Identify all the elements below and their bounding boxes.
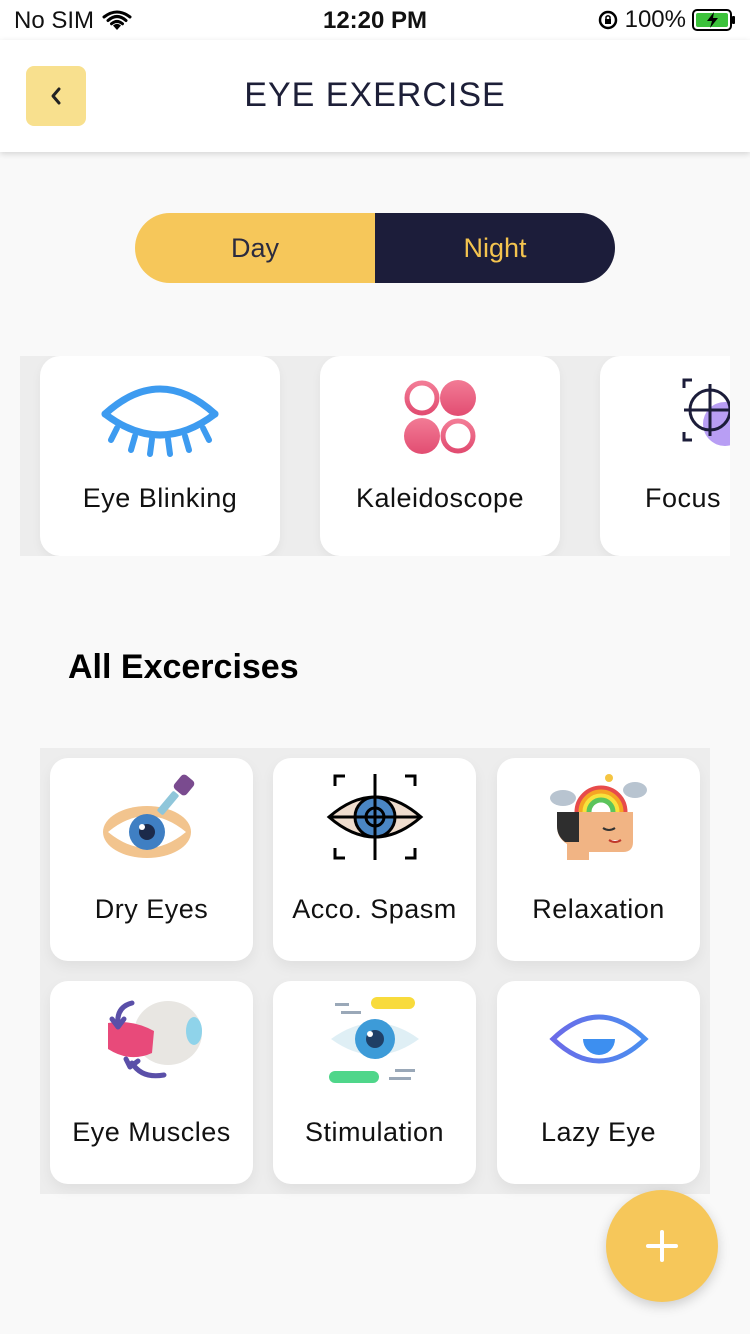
eye-blinking-icon [101, 385, 219, 457]
nav-header: EYE EXERCISE [0, 40, 750, 152]
orientation-lock-icon [598, 10, 617, 30]
exercise-label: Eye Muscles [72, 1117, 231, 1147]
featured-card-kaleidoscope[interactable]: Kaleidoscope [320, 356, 560, 556]
exercise-label: Dry Eyes [94, 894, 209, 924]
featured-label: Kaleidoscope [355, 483, 525, 513]
day-night-toggle[interactable]: Day Night [135, 213, 615, 283]
focus-icon [682, 378, 730, 446]
add-exercise-button[interactable] [606, 1190, 718, 1302]
featured-card-eye-blinking[interactable]: Eye Blinking [40, 356, 280, 556]
exercise-label: Lazy Eye [540, 1117, 657, 1147]
exercise-label: Relaxation [532, 894, 665, 924]
exercise-label: Stimulation [304, 1117, 445, 1147]
page-title: EYE EXERCISE [244, 76, 506, 114]
night-toggle-button[interactable]: Night [375, 213, 615, 283]
eye-target-icon [326, 774, 423, 860]
stimulation-eye-icon [328, 997, 419, 1083]
battery-charging-icon [692, 9, 735, 31]
battery-percent: 100% [624, 6, 686, 33]
exercise-card-relaxation[interactable]: Relaxation [497, 758, 700, 961]
exercise-card-lazy-eye[interactable]: Lazy Eye [497, 981, 700, 1184]
featured-label: Eye Blinking [82, 483, 238, 513]
featured-card-focus[interactable]: Focus [600, 356, 730, 556]
exercise-card-stimulation[interactable]: Stimulation [273, 981, 476, 1184]
featured-label: Focus [645, 483, 722, 513]
day-toggle-button[interactable]: Day [135, 213, 375, 283]
exercise-card-dry-eyes[interactable]: Dry Eyes [50, 758, 253, 961]
eye-muscles-icon [107, 1000, 202, 1079]
section-title: All Excercises [68, 648, 299, 686]
lazy-eye-icon [548, 1014, 649, 1064]
exercise-card-eye-muscles[interactable]: Eye Muscles [50, 981, 253, 1184]
exercise-grid: Dry Eyes Acco. Spasm Relaxation Eye Musc… [40, 748, 710, 1194]
exercise-card-acco-spasm[interactable]: Acco. Spasm [273, 758, 476, 961]
relaxation-head-icon [549, 774, 647, 860]
plus-icon [646, 1230, 678, 1262]
exercise-label: Acco. Spasm [292, 894, 457, 924]
featured-carousel[interactable]: Eye Blinking Kaleidoscope Focus [20, 356, 730, 556]
kaleidoscope-icon [404, 380, 476, 454]
status-bar: No SIM 12:20 PM 100% [0, 0, 750, 40]
eye-dropper-icon [102, 774, 194, 858]
